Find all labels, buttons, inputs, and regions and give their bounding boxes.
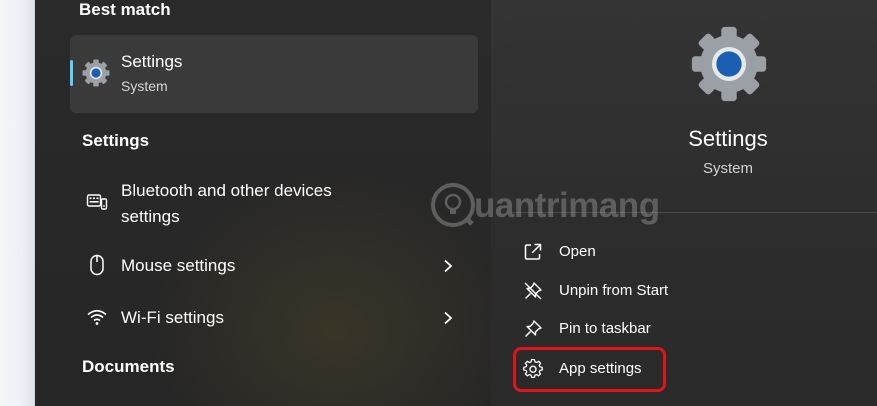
documents-heading: Documents [82, 357, 175, 376]
selection-indicator [70, 60, 73, 86]
pin-to-taskbar-action[interactable]: Pin to taskbar [511, 314, 811, 344]
bluetooth-label-line1: Bluetooth and other devices [121, 181, 332, 200]
open-label: Open [559, 243, 596, 260]
best-match-settings-item[interactable]: Settings System [70, 35, 478, 113]
wifi-settings-label: Wi-Fi settings [121, 308, 224, 327]
chevron-right-icon[interactable] [442, 311, 454, 325]
mouse-settings-item[interactable]: Mouse settings [70, 252, 478, 280]
wifi-icon [87, 309, 107, 325]
detail-app-title: Settings [688, 126, 768, 151]
gear-icon [691, 26, 767, 102]
detail-app-subtitle: System [702, 160, 753, 177]
unpin-icon [524, 282, 542, 300]
best-match-subtitle: System [121, 78, 168, 94]
search-results-panel: Best match Settings System Settings Blue… [35, 0, 491, 406]
start-search-screen: Best match Settings System Settings Blue… [0, 0, 877, 406]
bluetooth-settings-item[interactable]: Bluetooth and other devices settings [70, 176, 478, 234]
open-action[interactable]: Open [511, 237, 811, 267]
watermark: uantrimang [430, 180, 660, 232]
settings-heading: Settings [82, 131, 150, 150]
best-match-heading: Best match [79, 0, 171, 19]
mouse-settings-label: Mouse settings [121, 256, 236, 275]
unpin-from-start-action[interactable]: Unpin from Start [511, 276, 811, 306]
pin-to-taskbar-label: Pin to taskbar [559, 320, 651, 337]
open-external-icon [524, 243, 542, 260]
highlight-annotation [513, 347, 666, 392]
pin-icon [524, 320, 542, 338]
desktop-background [0, 0, 35, 406]
chevron-right-icon[interactable] [442, 259, 454, 273]
watermark-logo-icon [431, 183, 475, 227]
mouse-icon [90, 254, 104, 276]
unpin-from-start-label: Unpin from Start [559, 282, 669, 299]
bluetooth-devices-icon [86, 194, 108, 210]
best-match-title: Settings [121, 52, 183, 71]
gear-icon [82, 59, 110, 87]
bluetooth-label-line2: settings [121, 207, 180, 226]
wifi-settings-item[interactable]: Wi-Fi settings [70, 304, 478, 332]
watermark-text: uantrimang [474, 186, 660, 225]
